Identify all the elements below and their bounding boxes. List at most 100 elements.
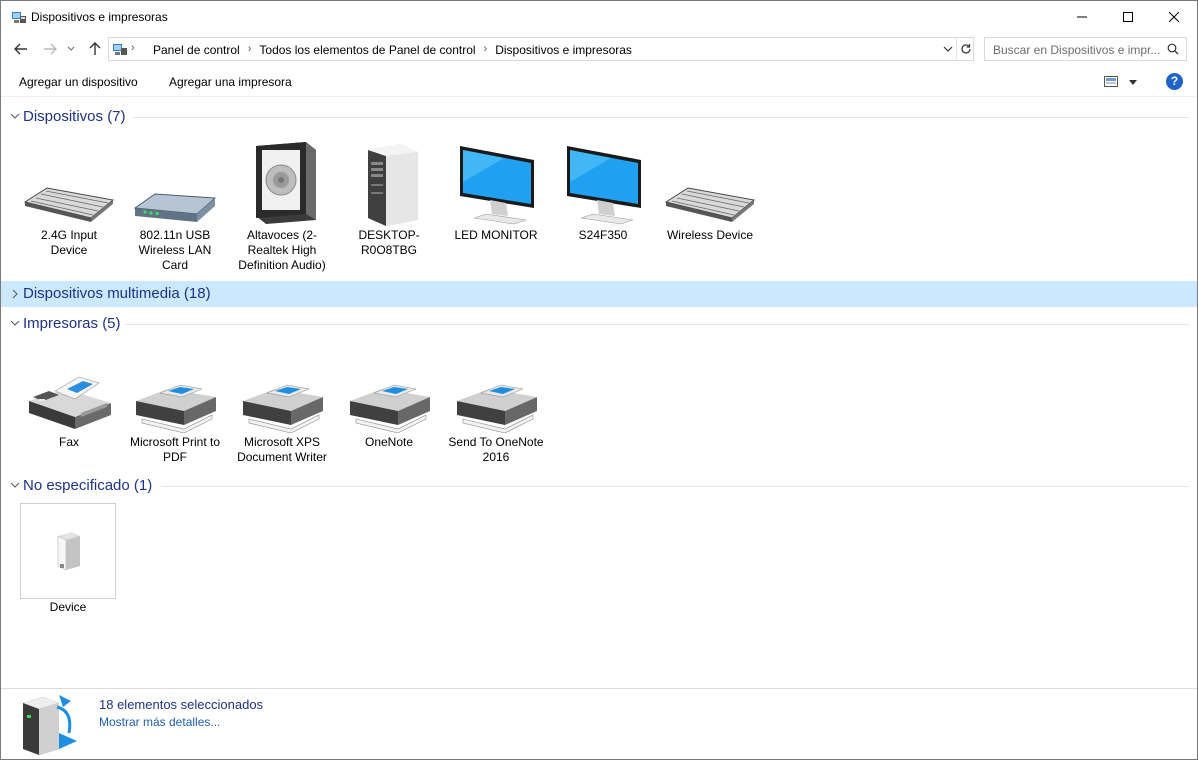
- control-panel-icon: [113, 44, 127, 55]
- group-header-dispositivos[interactable]: Dispositivos (7): [1, 105, 1197, 129]
- breadcrumb-separator-icon[interactable]: ›: [480, 43, 492, 57]
- group-title: Dispositivos multimedia (18): [23, 285, 211, 302]
- group-title: Dispositivos (7): [23, 108, 126, 125]
- printer-item-xps-writer[interactable]: Microsoft XPS Document Writer: [234, 341, 330, 465]
- change-view-button[interactable]: [1103, 74, 1139, 90]
- group-title: Impresoras (5): [23, 315, 121, 332]
- monitor-icon: [460, 146, 534, 225]
- recent-locations-button[interactable]: [65, 39, 77, 59]
- fax-icon: [29, 376, 111, 429]
- device-label: 2.4G Input Device: [40, 228, 98, 257]
- monitor-icon: [567, 146, 641, 225]
- printer-item-send-to-onenote[interactable]: Send To OneNote 2016: [448, 341, 544, 465]
- printer-icon: [243, 384, 323, 433]
- breadcrumb-separator-icon[interactable]: ›: [244, 43, 256, 57]
- printer-label: OneNote: [364, 435, 414, 449]
- computer-tower-icon: [368, 144, 418, 226]
- up-button[interactable]: [86, 39, 104, 59]
- maximize-icon: [1123, 11, 1133, 22]
- window: Dispositivos e impresoras › Panel de con…: [0, 0, 1198, 760]
- device-item-wireless-lan-card[interactable]: 802.11n USB Wireless LAN Card: [127, 134, 223, 273]
- group-header-impresoras[interactable]: Impresoras (5): [1, 312, 1197, 336]
- generic-device-icon: [57, 532, 80, 571]
- keyboard-icon: [23, 187, 115, 222]
- printer-item-onenote[interactable]: OneNote: [341, 341, 437, 450]
- more-details-link[interactable]: Mostrar más detalles...: [99, 715, 220, 729]
- printer-icon: [457, 384, 537, 433]
- group-divider: [133, 117, 1189, 118]
- back-arrow-icon: [14, 43, 27, 55]
- breadcrumb: Panel de control › Todos los elementos d…: [149, 43, 636, 57]
- group-divider: [125, 324, 1189, 325]
- window-title: Dispositivos e impresoras: [31, 10, 168, 24]
- close-icon: [1169, 11, 1179, 22]
- search-icon[interactable]: [1167, 43, 1179, 55]
- speaker-icon: [256, 142, 316, 224]
- chevron-down-icon: [10, 113, 20, 119]
- group-header-no-especificado[interactable]: No especificado (1): [1, 474, 1197, 498]
- printer-icon: [350, 384, 430, 433]
- network-adapter-icon: [133, 193, 217, 222]
- help-button[interactable]: ?: [1166, 73, 1183, 90]
- up-arrow-icon: [89, 42, 101, 55]
- forward-arrow-icon: [44, 43, 57, 55]
- command-bar: Agregar un dispositivo Agregar una impre…: [1, 67, 1197, 97]
- printer-label: Send To OneNote 2016: [448, 435, 544, 464]
- refresh-icon: [960, 44, 971, 54]
- device-label: DESKTOP-R0O8TBG: [358, 228, 420, 257]
- printer-label: Microsoft Print to PDF: [129, 435, 221, 464]
- add-printer-button[interactable]: Agregar una impresora: [169, 75, 292, 89]
- address-history-button[interactable]: [939, 38, 957, 60]
- device-label: Altavoces (2- Realtek High Definition Au…: [238, 228, 326, 272]
- back-button[interactable]: [12, 39, 30, 59]
- device-label: Device: [49, 600, 87, 614]
- address-bar: › Panel de control › Todos los elementos…: [1, 35, 1197, 63]
- breadcrumb-todos-los-elementos[interactable]: Todos los elementos de Panel de control: [255, 43, 479, 57]
- device-label: Wireless Device: [666, 228, 753, 242]
- chevron-down-icon: [10, 320, 20, 326]
- printer-icon: [136, 384, 216, 433]
- multiple-devices-icon: [23, 695, 77, 755]
- keyboard-icon: [664, 187, 756, 222]
- device-label: S24F350: [578, 228, 628, 242]
- chevron-right-icon: [12, 289, 18, 299]
- group-divider: [161, 486, 1189, 487]
- selection-count: 18 elementos seleccionados: [99, 697, 264, 712]
- printer-label: Fax: [58, 435, 79, 449]
- close-button[interactable]: [1151, 1, 1197, 32]
- device-item-desktop[interactable]: DESKTOP-R0O8TBG: [341, 134, 437, 258]
- printer-item-print-to-pdf[interactable]: Microsoft Print to PDF: [127, 341, 223, 465]
- breadcrumb-panel-de-control[interactable]: Panel de control: [149, 43, 244, 57]
- breadcrumb-root-chevron-icon[interactable]: ›: [131, 42, 135, 54]
- device-item-s24f350[interactable]: S24F350: [555, 134, 651, 243]
- chevron-down-icon: [10, 482, 20, 488]
- title-bar: Dispositivos e impresoras: [1, 1, 1197, 32]
- forward-button[interactable]: [41, 39, 59, 59]
- view-icon: [1104, 76, 1118, 87]
- device-item-led-monitor[interactable]: LED MONITOR: [448, 134, 544, 243]
- maximize-button[interactable]: [1105, 1, 1151, 32]
- add-device-button[interactable]: Agregar un dispositivo: [19, 75, 138, 89]
- chevron-down-icon: [67, 46, 75, 51]
- search-placeholder: Buscar en Dispositivos e impr...: [993, 43, 1161, 57]
- device-item-2-4g-input[interactable]: 2.4G Input Device: [21, 134, 117, 258]
- address-field[interactable]: › Panel de control › Todos los elementos…: [108, 37, 974, 61]
- minimize-icon: [1077, 16, 1087, 17]
- device-label: 802.11n USB Wireless LAN Card: [138, 228, 212, 272]
- unspecified-item-device[interactable]: Device: [20, 503, 116, 615]
- chevron-down-icon: [943, 46, 953, 52]
- device-label: LED MONITOR: [454, 228, 538, 242]
- help-icon: ?: [1170, 74, 1179, 88]
- minimize-button[interactable]: [1059, 1, 1105, 32]
- search-input[interactable]: Buscar en Dispositivos e impr...: [984, 37, 1187, 61]
- breadcrumb-dispositivos-impresoras[interactable]: Dispositivos e impresoras: [491, 43, 636, 57]
- device-item-altavoces[interactable]: Altavoces (2- Realtek High Definition Au…: [234, 134, 330, 273]
- details-pane: 18 elementos seleccionados Mostrar más d…: [1, 688, 1197, 759]
- group-header-multimedia[interactable]: Dispositivos multimedia (18): [1, 281, 1197, 307]
- chevron-down-icon: [1129, 80, 1137, 85]
- device-item-wireless-device[interactable]: Wireless Device: [662, 134, 758, 243]
- refresh-button[interactable]: [956, 38, 974, 60]
- group-title: No especificado (1): [23, 477, 153, 494]
- devices-printers-app-icon: [12, 12, 26, 23]
- printer-item-fax[interactable]: Fax: [21, 341, 117, 450]
